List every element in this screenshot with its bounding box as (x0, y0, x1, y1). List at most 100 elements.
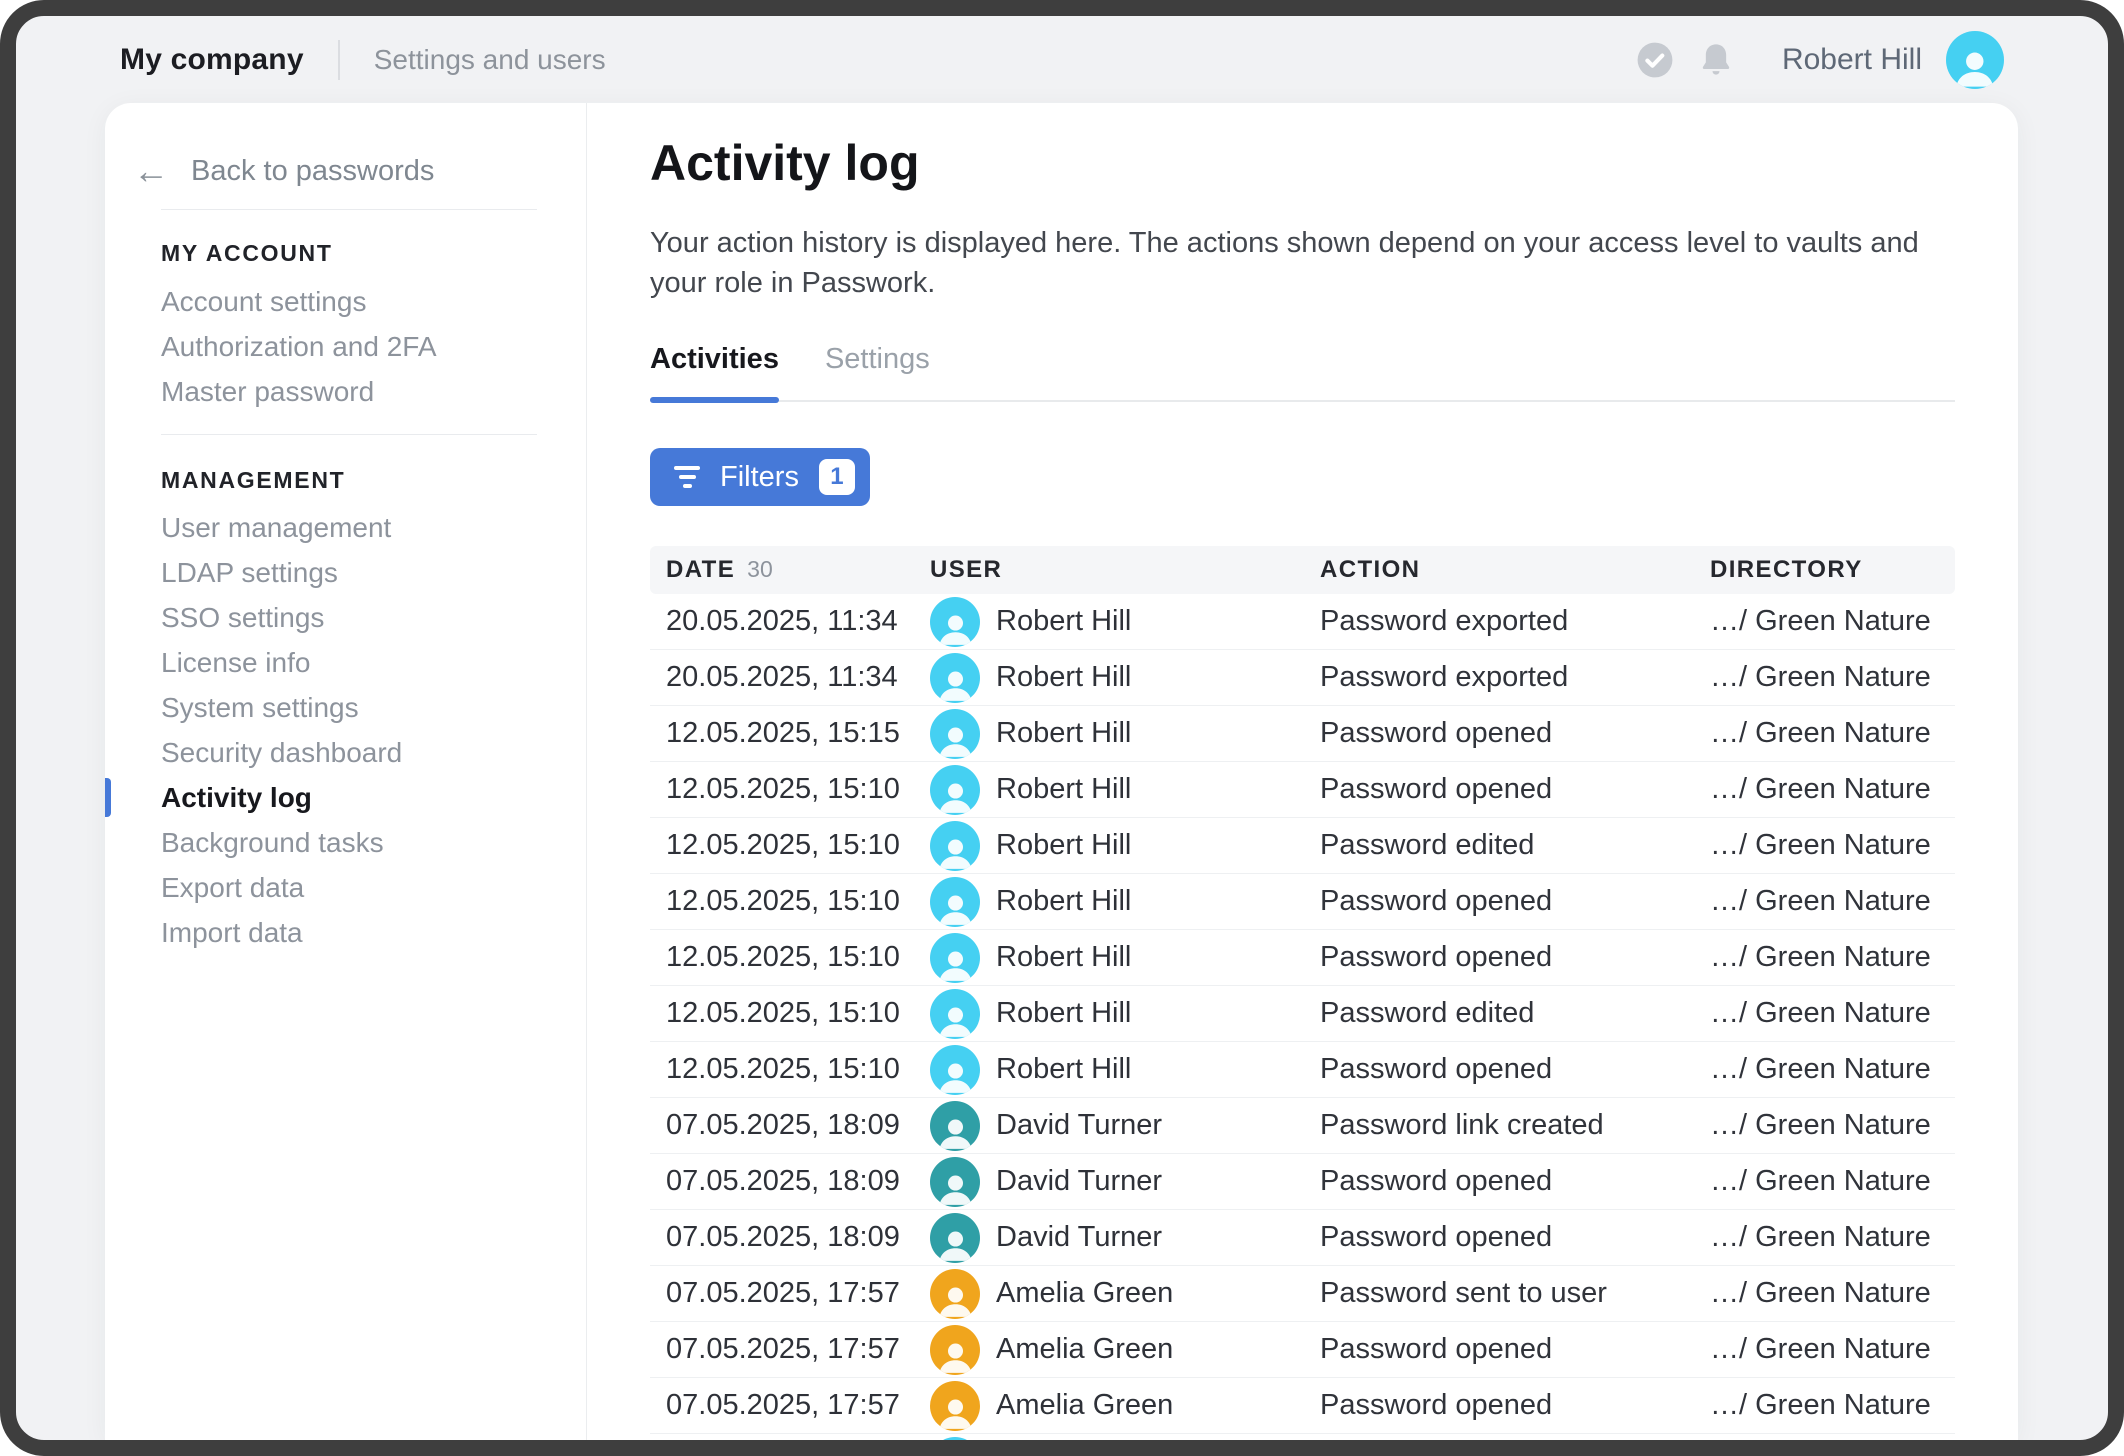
row-action: Password edited (1320, 997, 1710, 1030)
settings-sidebar: ← Back to passwords MY ACCOUNT Account s… (105, 103, 587, 1440)
left-arrow-icon: ← (133, 153, 169, 189)
table-row[interactable]: 20.05.2025, 11:34 Robert Hill Password e… (650, 650, 1955, 706)
filters-count-badge: 1 (819, 459, 855, 495)
row-action: Password link created (1320, 1109, 1710, 1142)
column-header-action[interactable]: ACTION (1320, 556, 1710, 584)
sidebar-item[interactable]: Import data (105, 910, 586, 955)
table-body: 20.05.2025, 11:34 Robert Hill Password e… (650, 594, 1955, 1456)
table-row[interactable]: 07.05.2025, 18:09 David Turner Password … (650, 1098, 1955, 1154)
sidebar-item[interactable]: Activity log (105, 775, 586, 820)
column-header-directory[interactable]: DIRECTORY (1710, 556, 1955, 584)
sidebar-item[interactable]: LDAP settings (105, 550, 586, 595)
date-column-label: DATE (666, 556, 735, 584)
row-user-name: David Turner (996, 1165, 1162, 1198)
user-avatar (930, 765, 980, 815)
table-row[interactable]: 12.05.2025, 15:10 Robert Hill Password o… (650, 1042, 1955, 1098)
sidebar-management-list: User management LDAP settings SSO settin… (105, 505, 586, 955)
sidebar-item[interactable]: SSO settings (105, 595, 586, 640)
sidebar-item-label: Master password (161, 376, 374, 408)
user-name[interactable]: Robert Hill (1782, 43, 1922, 77)
user-avatar (930, 1213, 980, 1263)
row-date: 12.05.2025, 15:10 (650, 1053, 930, 1086)
sidebar-section-title: MY ACCOUNT (161, 240, 333, 267)
table-row[interactable]: 07.05.2025, 17:57 Amelia Green Password … (650, 1266, 1955, 1322)
table-row[interactable]: 07.05.2025, 17:57 Amelia Green Password … (650, 1378, 1955, 1434)
row-date: 12.05.2025, 15:10 (650, 997, 930, 1030)
row-directory: …/ Green Nature (1710, 1165, 1955, 1198)
table-row[interactable]: 12.05.2025, 15:10 Robert Hill Password e… (650, 818, 1955, 874)
row-directory: …/ Green Nature (1710, 829, 1955, 862)
sidebar-item[interactable]: Background tasks (105, 820, 586, 865)
table-row[interactable]: 12.05.2025, 15:10 Robert Hill Password o… (650, 930, 1955, 986)
sidebar-item[interactable]: Account settings (105, 279, 586, 324)
sidebar-item-label: Background tasks (161, 827, 384, 859)
table-row[interactable]: 07.05.2025, 17:57 Amelia Green Password … (650, 1322, 1955, 1378)
sidebar-item-label: Security dashboard (161, 737, 402, 769)
tab[interactable]: Activities (650, 343, 779, 400)
company-name[interactable]: My company (120, 43, 304, 77)
row-action: Password opened (1320, 1333, 1710, 1366)
sidebar-item[interactable]: Authorization and 2FA (105, 324, 586, 369)
sidebar-item[interactable]: Master password (105, 369, 586, 414)
user-avatar (930, 653, 980, 703)
sidebar-section-title: MANAGEMENT (161, 467, 345, 494)
sidebar-item[interactable]: Export data (105, 865, 586, 910)
row-user-name: Amelia Green (996, 1389, 1173, 1422)
row-action: Password opened (1320, 885, 1710, 918)
row-user: Robert Hill (930, 989, 1320, 1039)
row-user: David Turner (930, 1101, 1320, 1151)
row-user: Robert Hill (930, 933, 1320, 983)
row-action: Password opened (1320, 1053, 1710, 1086)
row-directory: …/ Green Nature (1710, 773, 1955, 806)
row-date: 12.05.2025, 15:15 (650, 717, 930, 750)
table-row[interactable]: 12.05.2025, 15:15 Robert Hill Password o… (650, 706, 1955, 762)
tab[interactable]: Settings (825, 343, 930, 400)
row-user-name: Robert Hill (996, 941, 1131, 974)
sidebar-item-label: Account settings (161, 286, 366, 318)
row-action: Password opened (1320, 1389, 1710, 1422)
table-row[interactable]: 12.05.2025, 15:10 Robert Hill Password e… (650, 986, 1955, 1042)
app-window: My company Settings and users Robert Hil… (0, 0, 2124, 1456)
row-action: Password opened (1320, 1221, 1710, 1254)
sidebar-item[interactable]: System settings (105, 685, 586, 730)
row-user: Robert Hill (930, 1045, 1320, 1095)
row-user: Amelia Green (930, 1269, 1320, 1319)
row-action: Password edited (1320, 829, 1710, 862)
row-date: 07.05.2025, 18:09 (650, 1165, 930, 1198)
check-circle-icon[interactable] (1636, 41, 1674, 79)
table-row[interactable]: 20.05.2025, 11:34 Robert Hill Password e… (650, 594, 1955, 650)
row-date: 20.05.2025, 11:34 (650, 661, 930, 694)
user-avatar (930, 821, 980, 871)
row-action: Password opened (1320, 1165, 1710, 1198)
back-to-passwords-link[interactable]: ← Back to passwords (133, 153, 434, 189)
row-user: David Turner (930, 1157, 1320, 1207)
sidebar-item[interactable]: User management (105, 505, 586, 550)
table-row[interactable]: 07.05.2025, 18:09 David Turner Password … (650, 1210, 1955, 1266)
row-user: Robert Hill (930, 877, 1320, 927)
tab-bar: Activities Settings (650, 343, 1955, 402)
row-directory: …/ Green Nature (1710, 717, 1955, 750)
page-description: Your action history is displayed here. T… (650, 223, 1955, 303)
row-date: 07.05.2025, 18:09 (650, 1221, 930, 1254)
column-header-date[interactable]: DATE 30 (650, 556, 930, 584)
bell-icon[interactable] (1696, 40, 1736, 80)
tab-label: Activities (650, 343, 779, 375)
table-row[interactable]: 12.05.2025, 15:10 Robert Hill Password o… (650, 762, 1955, 818)
row-date: 12.05.2025, 15:10 (650, 773, 930, 806)
row-user-name: Robert Hill (996, 1053, 1131, 1086)
row-directory: …/ Green Nature (1710, 1277, 1955, 1310)
sidebar-item-label: LDAP settings (161, 557, 338, 589)
row-user: Robert Hill (930, 765, 1320, 815)
table-row[interactable]: 12.05.2025, 15:10 Robert Hill Password o… (650, 874, 1955, 930)
row-user-name: Robert Hill (996, 997, 1131, 1030)
row-user-name: Robert Hill (996, 773, 1131, 806)
filters-button[interactable]: Filters 1 (650, 448, 870, 506)
sidebar-item[interactable]: Security dashboard (105, 730, 586, 775)
sidebar-item[interactable]: License info (105, 640, 586, 685)
table-row[interactable]: 07.05.2025, 18:09 David Turner Password … (650, 1154, 1955, 1210)
user-avatar[interactable] (1946, 31, 2004, 89)
sidebar-item-label: User management (161, 512, 391, 544)
sidebar-item-label: Authorization and 2FA (161, 331, 437, 363)
table-row[interactable]: 07.05.2025, 16:30 Robert Hill Password c… (650, 1434, 1955, 1456)
column-header-user[interactable]: USER (930, 556, 1320, 584)
